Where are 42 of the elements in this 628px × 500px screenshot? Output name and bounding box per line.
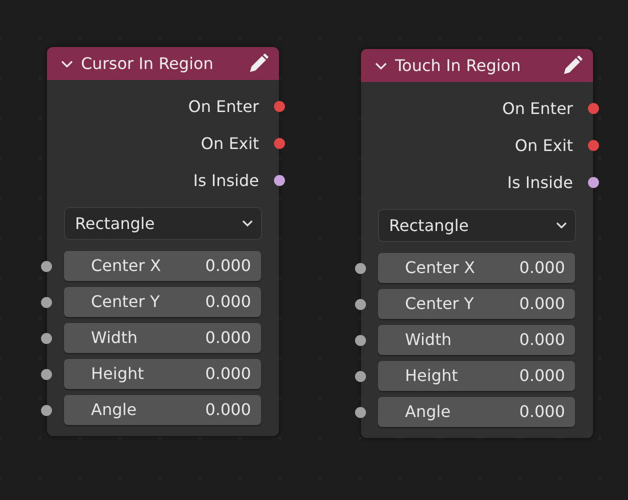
- number-field[interactable]: Angle 0.000: [64, 395, 261, 425]
- number-field[interactable]: Center X 0.000: [64, 251, 261, 281]
- input-socket[interactable]: [355, 298, 366, 310]
- number-field[interactable]: Width 0.000: [378, 325, 575, 355]
- shape-dropdown[interactable]: Rectangle: [378, 209, 576, 242]
- node-title: Cursor In Region: [81, 52, 214, 74]
- number-field[interactable]: Center Y 0.000: [64, 287, 261, 317]
- input-socket[interactable]: [41, 368, 52, 380]
- chevron-down-icon: [242, 220, 253, 227]
- pencil-icon[interactable]: [247, 52, 269, 74]
- socket-label: On Enter: [502, 98, 573, 120]
- input-socket[interactable]: [41, 296, 52, 308]
- input-socket[interactable]: [41, 260, 52, 272]
- socket-label: On Enter: [188, 96, 259, 118]
- input-socket[interactable]: [355, 334, 366, 346]
- input-socket[interactable]: [355, 262, 366, 274]
- socket-label: Is Inside: [193, 170, 259, 192]
- number-field[interactable]: Height 0.000: [64, 359, 261, 389]
- socket-label: Is Inside: [507, 172, 573, 194]
- collapse-caret-icon[interactable]: [375, 62, 387, 70]
- number-field[interactable]: Center X 0.000: [378, 253, 575, 283]
- input-socket[interactable]: [41, 404, 52, 416]
- output-socket[interactable]: [588, 140, 599, 151]
- number-field[interactable]: Width 0.000: [64, 323, 261, 353]
- socket-label: On Exit: [200, 132, 259, 154]
- output-socket[interactable]: [274, 175, 285, 186]
- input-socket[interactable]: [355, 370, 366, 382]
- number-field[interactable]: Height 0.000: [378, 361, 575, 391]
- output-socket[interactable]: [588, 103, 599, 114]
- shape-dropdown[interactable]: Rectangle: [64, 207, 262, 240]
- input-socket[interactable]: [355, 406, 366, 418]
- output-socket[interactable]: [274, 101, 285, 112]
- pencil-icon[interactable]: [561, 54, 583, 76]
- chevron-down-icon: [556, 222, 567, 229]
- input-socket[interactable]: [41, 332, 52, 344]
- number-field[interactable]: Center Y 0.000: [378, 289, 575, 319]
- collapse-caret-icon[interactable]: [61, 60, 73, 68]
- output-socket[interactable]: [274, 138, 285, 149]
- output-socket[interactable]: [588, 177, 599, 188]
- node-title: Touch In Region: [395, 54, 522, 76]
- number-field[interactable]: Angle 0.000: [378, 397, 575, 427]
- socket-label: On Exit: [514, 134, 573, 156]
